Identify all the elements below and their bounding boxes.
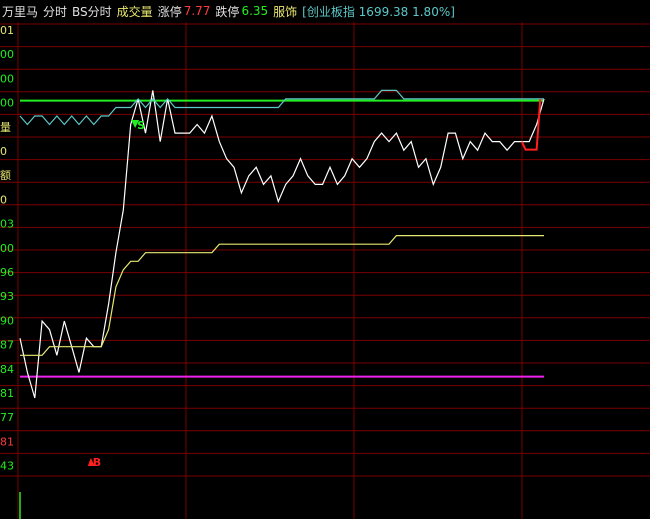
limit-down-label: 跌停 bbox=[215, 4, 240, 19]
axis-tick-label: 0 bbox=[0, 145, 7, 158]
axis-tick-label: 77 bbox=[0, 411, 14, 424]
axis-tick-label: 0 bbox=[0, 193, 7, 206]
axis-tick-label: 81 bbox=[0, 387, 14, 400]
tab-fenshi[interactable]: 分时 bbox=[43, 3, 67, 20]
axis-tick-label: 00 bbox=[0, 48, 14, 61]
axis-tick-label: 81 bbox=[0, 435, 14, 448]
limit-down-value: 6.35 bbox=[241, 4, 269, 18]
index-series-line bbox=[19, 89, 544, 126]
axis-tick-label: 43 bbox=[0, 460, 14, 473]
limit-up-value: 7.77 bbox=[183, 4, 211, 18]
index-info[interactable]: [创业板指 1699.38 1.80%] bbox=[302, 3, 455, 20]
intraday-chart[interactable]: 01 00 00 00 量 0 额 0 03 00 96 93 90 87 84 81 77 81 43 S B bbox=[0, 22, 650, 519]
axis-tick-label: 00 bbox=[0, 242, 14, 255]
axis-tick-label: 00 bbox=[0, 72, 14, 85]
axis-tick-label: 93 bbox=[0, 290, 14, 303]
axis-tick-label: 01 bbox=[0, 24, 14, 37]
buy-marker-label: B bbox=[93, 456, 101, 469]
axis-tick-label: 量 bbox=[0, 121, 11, 134]
axis-tick-label: 额 bbox=[0, 169, 11, 182]
axis-tick-label: 90 bbox=[0, 314, 14, 327]
tab-bs-fenshi[interactable]: BS分时 bbox=[72, 3, 112, 20]
limit-up-label: 涨停 bbox=[157, 4, 182, 19]
axis-tick-label: 87 bbox=[0, 339, 14, 352]
axis-tick-label: 84 bbox=[0, 363, 14, 376]
stock-name[interactable]: 万里马 bbox=[2, 3, 38, 20]
quote-header: 万里马 分时 BS分时 成交量 涨停 7.77 跌停 6.35 服饰 [创业板指… bbox=[0, 0, 650, 22]
sell-marker-label: S bbox=[137, 119, 145, 132]
sector-label[interactable]: 服饰 bbox=[273, 3, 297, 20]
axis-tick-label: 00 bbox=[0, 97, 14, 110]
volume-label[interactable]: 成交量 bbox=[117, 3, 153, 20]
axis-tick-label: 96 bbox=[0, 266, 14, 279]
axis-tick-label: 03 bbox=[0, 218, 14, 231]
